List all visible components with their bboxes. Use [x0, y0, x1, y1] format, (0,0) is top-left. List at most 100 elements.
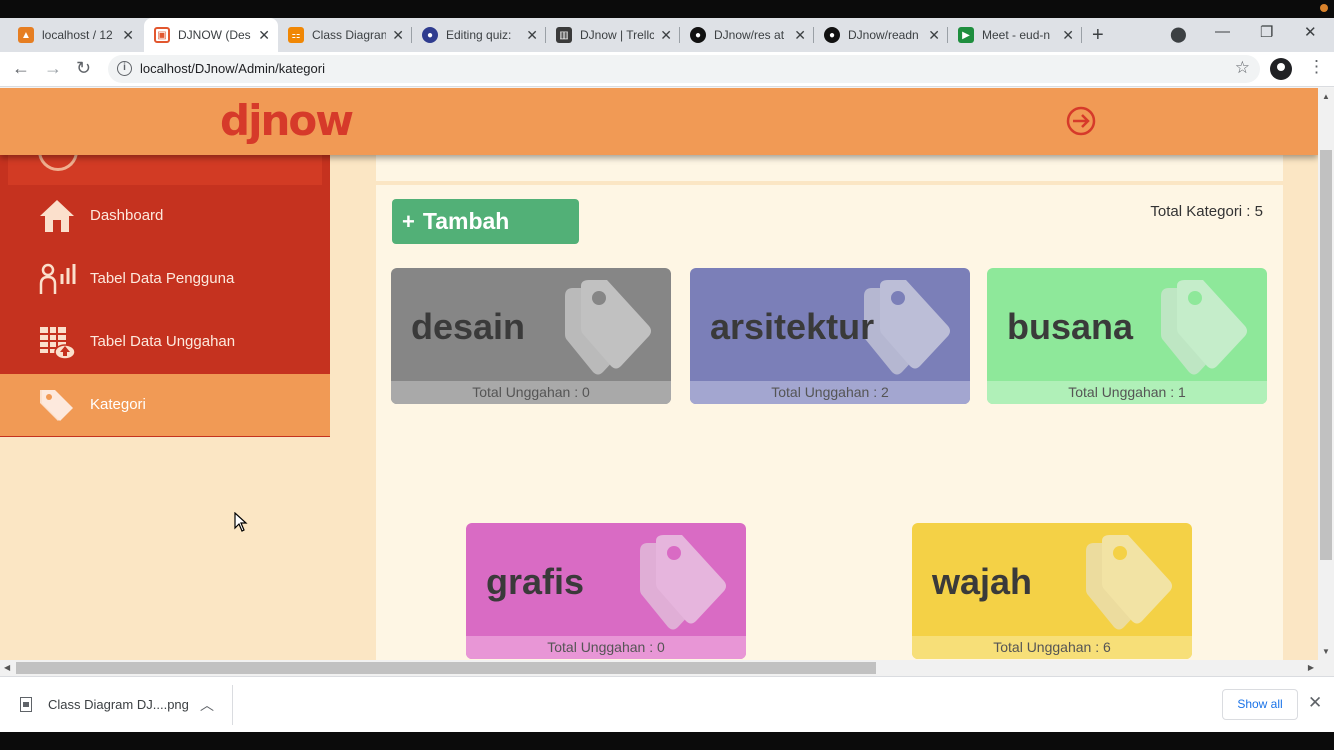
tab-title: Meet - eud-n: [982, 28, 1051, 42]
tab-title: Editing quiz:: [446, 28, 512, 42]
vertical-scrollbar[interactable]: ▲ ▼: [1318, 88, 1334, 660]
new-tab-icon[interactable]: +: [1092, 24, 1104, 46]
category-panel: + Tambah Total Kategori : 5 desain Total …: [376, 155, 1283, 660]
horizontal-scrollbar[interactable]: ◀ ▶: [0, 660, 1318, 676]
site-info-icon[interactable]: i: [117, 61, 132, 76]
tab-title: DJnow | Trellc: [580, 28, 654, 42]
tag-icon: [1086, 535, 1172, 630]
sidebar-item-dashboard[interactable]: Dashboard: [0, 185, 330, 247]
tab-title: DJnow/readn: [848, 28, 919, 42]
site-header: djnow: [0, 88, 1318, 155]
browser-tab[interactable]: ▥ DJnow | Trellc ✕: [546, 18, 680, 52]
browser-tab[interactable]: ● DJnow/res at ✕: [680, 18, 814, 52]
sidebar-item-label: Kategori: [90, 396, 146, 413]
browser-tab[interactable]: ● DJnow/readn ✕: [814, 18, 948, 52]
sidebar-item-label: Tabel Data Pengguna: [90, 270, 235, 287]
sidebar: Dashboard Tabel Data Pengguna Tabel Data…: [0, 143, 330, 437]
category-card-arsitektur[interactable]: arsitektur Total Unggahan : 2: [690, 268, 970, 404]
restore-icon[interactable]: ❐: [1260, 23, 1273, 41]
add-button-label: Tambah: [422, 208, 510, 234]
close-tab-icon[interactable]: ✕: [794, 27, 806, 43]
download-filename: Class Diagram DJ....png: [48, 697, 189, 712]
category-card-wajah[interactable]: wajah Total Unggahan : 6: [912, 523, 1192, 659]
download-item[interactable]: Class Diagram DJ....png: [20, 697, 189, 712]
category-card-desain[interactable]: desain Total Unggahan : 0: [391, 268, 671, 404]
category-name: wajah: [932, 561, 1033, 602]
recording-dot: [1320, 4, 1328, 12]
close-tab-icon[interactable]: ✕: [526, 27, 538, 43]
meet-icon: ▶: [958, 27, 974, 43]
tag-icon: [565, 280, 651, 375]
close-tab-icon[interactable]: ✕: [122, 27, 134, 43]
show-all-button[interactable]: Show all: [1222, 689, 1298, 720]
sidebar-item-unggahan[interactable]: Tabel Data Unggahan: [0, 311, 330, 373]
category-upload-count: Total Unggahan : 0: [466, 636, 746, 659]
panel-title-strip: [376, 155, 1283, 185]
logout-icon[interactable]: [1066, 106, 1096, 136]
sidebar-item-kategori[interactable]: Kategori: [0, 374, 330, 436]
close-tab-icon[interactable]: ✕: [258, 27, 270, 43]
back-icon[interactable]: ←: [12, 58, 30, 78]
category-card-grafis[interactable]: grafis Total Unggahan : 0: [466, 523, 746, 659]
scroll-down-icon[interactable]: ▼: [1322, 647, 1330, 656]
category-card-busana[interactable]: busana Total Unggahan : 1: [987, 268, 1267, 404]
omnibox[interactable]: i localhost/DJnow/Admin/kategori ☆: [108, 55, 1260, 83]
browser-tab[interactable]: ● Editing quiz: ✕: [412, 18, 546, 52]
close-icon[interactable]: ✕: [1308, 693, 1322, 713]
upload-table-icon: [40, 327, 76, 360]
tab-bar: ▲ localhost / 12 ✕ ▣ DJNOW (Des ✕ ⚏ Clas…: [0, 18, 1334, 52]
quiz-icon: ●: [422, 27, 438, 43]
browser-window: ▲ localhost / 12 ✕ ▣ DJNOW (Des ✕ ⚏ Clas…: [0, 0, 1334, 750]
scroll-right-icon[interactable]: ▶: [1308, 663, 1314, 672]
close-tab-icon[interactable]: ✕: [1062, 27, 1074, 43]
page-viewport: djnow Dashboard Tabel Data Pengguna Tabe…: [0, 88, 1318, 660]
tab-search-icon[interactable]: ⬤: [1170, 25, 1187, 43]
djnow-favicon: ▣: [154, 27, 170, 43]
djnow-logo[interactable]: djnow: [220, 96, 354, 145]
add-category-button[interactable]: + Tambah: [392, 199, 579, 244]
profile-avatar[interactable]: [1270, 58, 1292, 80]
category-name: grafis: [486, 561, 585, 602]
total-category-count: Total Kategori : 5: [1150, 203, 1263, 220]
browser-tab[interactable]: ▲ localhost / 12 ✕: [8, 18, 142, 52]
download-bar: Class Diagram DJ....png ︿ Show all ✕: [0, 676, 1334, 732]
tab-title: DJNOW (Des: [178, 28, 251, 42]
address-bar: ← → ↻ i localhost/DJnow/Admin/kategori ☆…: [0, 52, 1334, 87]
scroll-thumb[interactable]: [16, 662, 876, 674]
browser-tab-active[interactable]: ▣ DJNOW (Des ✕: [144, 18, 278, 52]
chevron-up-icon[interactable]: ︿: [200, 695, 214, 715]
scroll-up-icon[interactable]: ▲: [1322, 92, 1330, 101]
sidebar-item-pengguna[interactable]: Tabel Data Pengguna: [0, 248, 330, 310]
window-close-icon[interactable]: ✕: [1304, 23, 1317, 41]
forward-icon[interactable]: →: [44, 58, 62, 78]
bookmark-star-icon[interactable]: ☆: [1235, 58, 1250, 78]
image-file-icon: [20, 697, 32, 712]
close-tab-icon[interactable]: ✕: [660, 27, 672, 43]
category-upload-count: Total Unggahan : 0: [391, 381, 671, 404]
trello-icon: ▥: [556, 27, 572, 43]
scroll-left-icon[interactable]: ◀: [4, 663, 10, 672]
user-stats-icon: [39, 263, 76, 294]
bottom-bezel: [0, 732, 1334, 750]
browser-menu-icon[interactable]: ⋮: [1308, 57, 1325, 77]
close-tab-icon[interactable]: ✕: [928, 27, 940, 43]
sidebar-item-label: Tabel Data Unggahan: [90, 333, 236, 350]
category-upload-count: Total Unggahan : 6: [912, 636, 1192, 659]
close-tab-icon[interactable]: ✕: [392, 27, 404, 43]
tab-title: DJnow/res at: [714, 28, 785, 42]
tab-separator: [1081, 27, 1082, 43]
minimize-icon[interactable]: —: [1215, 23, 1230, 40]
tab-title: Class Diagran: [312, 28, 386, 42]
category-name: busana: [1007, 306, 1134, 347]
sidebar-item-label: Dashboard: [90, 207, 164, 224]
divider: [232, 685, 233, 725]
reload-icon[interactable]: ↻: [76, 58, 91, 78]
github-icon: ●: [824, 27, 840, 43]
url-text[interactable]: localhost/DJnow/Admin/kategori: [140, 61, 325, 76]
tag-icon: [640, 535, 726, 630]
browser-tab[interactable]: ▶ Meet - eud-n ✕: [948, 18, 1082, 52]
category-upload-count: Total Unggahan : 2: [690, 381, 970, 404]
scroll-thumb[interactable]: [1320, 150, 1332, 560]
browser-tab[interactable]: ⚏ Class Diagran ✕: [278, 18, 412, 52]
category-name: desain: [411, 306, 526, 347]
